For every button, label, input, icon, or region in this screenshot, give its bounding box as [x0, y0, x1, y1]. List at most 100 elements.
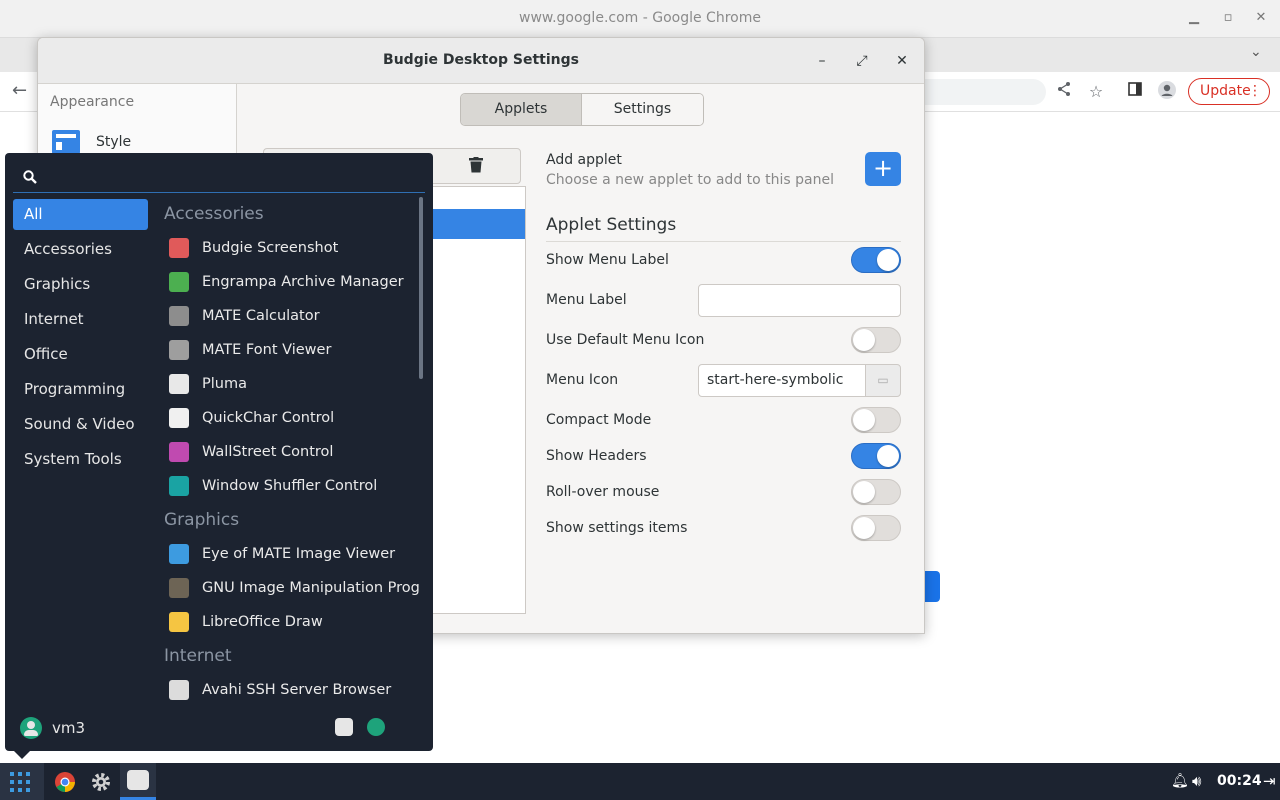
app-eye-of-mate[interactable]: Eye of MATE Image Viewer [158, 537, 420, 571]
quickchar-icon [169, 408, 189, 428]
category-all[interactable]: All [13, 199, 148, 230]
shuffler-icon [169, 476, 189, 496]
menu-label-label: Menu Label [546, 292, 627, 308]
section-header-internet: Internet [164, 646, 232, 666]
show-headers-toggle[interactable] [851, 443, 901, 469]
chrome-minimize-icon[interactable]: ▁ [1184, 10, 1204, 25]
app-label: Avahi SSH Server Browser [202, 682, 392, 698]
applets-settings-switcher: Applets Settings [460, 93, 704, 126]
app-grid-icon [10, 772, 30, 792]
app-list-scrollbar[interactable] [419, 197, 423, 379]
category-accessories[interactable]: Accessories [13, 234, 148, 269]
power-icon[interactable] [367, 718, 385, 736]
tab-settings[interactable]: Settings [582, 94, 703, 125]
app-pluma[interactable]: Pluma [158, 367, 420, 401]
maximize-icon[interactable]: ⤢ [851, 50, 873, 72]
notification-bell-icon[interactable]: 🔔︎ [1171, 773, 1189, 789]
back-arrow-icon[interactable]: ← [12, 80, 27, 101]
popover-arrow [14, 751, 30, 759]
logout-icon[interactable]: ⇥ [1263, 772, 1276, 790]
chrome-update-button[interactable]: Update ⋮ [1188, 78, 1270, 105]
update-label: Update [1200, 83, 1251, 99]
category-system-tools[interactable]: System Tools [13, 444, 148, 479]
app-avahi-ssh-browser[interactable]: Avahi SSH Server Browser [158, 673, 420, 704]
more-vert-icon: ⋮ [1248, 83, 1262, 99]
app-label: Engrampa Archive Manager [202, 274, 404, 290]
volume-icon[interactable]: 🔊︎ [1192, 772, 1201, 790]
app-engrampa[interactable]: Engrampa Archive Manager [158, 265, 420, 299]
menu-icon-input[interactable]: start-here-symbolic [698, 364, 866, 397]
app-label: MATE Font Viewer [202, 342, 332, 358]
compact-mode-toggle[interactable] [851, 407, 901, 433]
profile-avatar-icon[interactable] [1155, 80, 1179, 104]
roll-over-mouse-label: Roll-over mouse [546, 484, 660, 500]
gimp-icon [169, 578, 189, 598]
user-name[interactable]: vm3 [52, 719, 85, 737]
show-headers-label: Show Headers [546, 448, 647, 464]
chrome-titlebar: www.google.com - Google Chrome ▁ ▫ ✕ [0, 0, 1280, 38]
add-applet-title: Add applet [546, 152, 622, 168]
close-icon[interactable]: ✕ [891, 50, 913, 72]
app-label: WallStreet Control [202, 444, 334, 460]
category-graphics[interactable]: Graphics [13, 269, 148, 304]
settings-headerbar: Budgie Desktop Settings – ⤢ ✕ [38, 38, 924, 84]
budgie-settings-task[interactable] [120, 763, 156, 800]
sidebar-item-style[interactable]: Style [52, 128, 131, 156]
category-list: All Accessories Graphics Internet Office… [13, 199, 148, 479]
app-label: Window Shuffler Control [202, 478, 378, 494]
category-office[interactable]: Office [13, 339, 148, 374]
chrome-maximize-icon[interactable]: ▫ [1218, 10, 1238, 25]
show-menu-label-toggle[interactable] [851, 247, 901, 273]
menu-icon-label: Menu Icon [546, 372, 619, 388]
roll-over-mouse-toggle[interactable] [851, 479, 901, 505]
chrome-window-title: www.google.com - Google Chrome [519, 10, 761, 26]
section-header-accessories: Accessories [164, 204, 264, 224]
applet-settings-title: Applet Settings [546, 215, 677, 235]
add-applet-subtitle: Choose a new applet to add to this panel [546, 172, 834, 188]
app-budgie-screenshot[interactable]: Budgie Screenshot [158, 231, 420, 265]
section-divider [546, 241, 901, 242]
use-default-menu-icon-toggle[interactable] [851, 327, 901, 353]
bookmark-star-icon[interactable]: ☆ [1084, 80, 1108, 104]
app-gimp[interactable]: GNU Image Manipulation Progr… [158, 571, 420, 605]
app-window-shuffler-control[interactable]: Window Shuffler Control [158, 469, 420, 503]
category-internet[interactable]: Internet [13, 304, 148, 339]
tab-search-chevron-icon[interactable]: ⌄ [1250, 44, 1262, 60]
app-label: LibreOffice Draw [202, 614, 323, 630]
text-editor-icon [169, 374, 189, 394]
side-panel-icon[interactable] [1123, 80, 1147, 104]
app-libreoffice-draw[interactable]: LibreOffice Draw [158, 605, 420, 639]
minimize-icon[interactable]: – [811, 50, 833, 72]
trash-icon[interactable] [469, 157, 483, 173]
omnibox[interactable] [920, 79, 1046, 105]
budgie-settings-icon [127, 770, 149, 790]
menu-search-input[interactable] [13, 161, 425, 193]
terminal-icon [169, 680, 189, 700]
app-mate-calculator[interactable]: MATE Calculator [158, 299, 420, 333]
chrome-close-icon[interactable]: ✕ [1251, 10, 1271, 25]
folder-icon[interactable]: ▭ [865, 364, 901, 397]
menu-launcher-button[interactable] [0, 763, 44, 800]
use-default-menu-icon-label: Use Default Menu Icon [546, 332, 705, 348]
category-sound-video[interactable]: Sound & Video [13, 409, 148, 444]
font-icon [169, 340, 189, 360]
app-quickchar-control[interactable]: QuickChar Control [158, 401, 420, 435]
category-programming[interactable]: Programming [13, 374, 148, 409]
section-header-graphics: Graphics [164, 510, 240, 530]
chrome-icon[interactable] [54, 771, 76, 793]
menu-label-input[interactable] [698, 284, 901, 317]
app-mate-font-viewer[interactable]: MATE Font Viewer [158, 333, 420, 367]
settings-gear-icon[interactable] [90, 771, 112, 793]
add-applet-button[interactable]: + [865, 152, 901, 186]
share-icon[interactable] [1052, 80, 1076, 104]
show-settings-items-toggle[interactable] [851, 515, 901, 541]
app-wallstreet-control[interactable]: WallStreet Control [158, 435, 420, 469]
clock[interactable]: 00:24 [1217, 773, 1262, 789]
tab-applets[interactable]: Applets [461, 94, 582, 125]
draw-icon [169, 612, 189, 632]
app-label: QuickChar Control [202, 410, 335, 426]
taskbar: 🔔︎ 🔊︎ 00:24 ⇥ [0, 763, 1280, 800]
settings-app-icon[interactable] [335, 718, 353, 736]
show-settings-items-label: Show settings items [546, 520, 688, 536]
user-avatar-icon[interactable] [20, 717, 42, 739]
